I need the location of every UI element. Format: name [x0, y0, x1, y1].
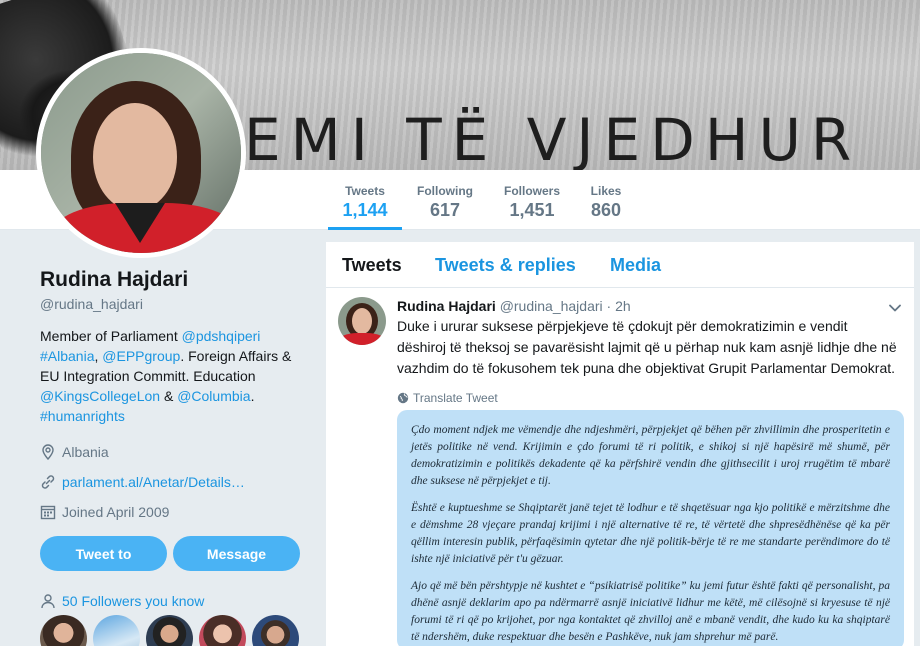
chevron-down-icon[interactable]	[888, 301, 902, 315]
bio-link-pdshqiperi[interactable]: @pdshqiperi	[182, 328, 261, 344]
timeline-tabs: Tweets Tweets & replies Media	[326, 242, 914, 288]
follower-avatar[interactable]	[252, 615, 299, 646]
translate-tweet-label[interactable]: Translate Tweet	[413, 391, 498, 405]
nav-likes-count: 860	[590, 200, 622, 220]
bio-link-eppgroup[interactable]: @EPPgroup	[102, 348, 180, 364]
profile-name[interactable]: Rudina Hajdari	[40, 268, 310, 292]
banner-text: EMI TË VJEDHUR	[244, 106, 862, 170]
bio-link-kingscollege[interactable]: @KingsCollegeLon	[40, 388, 160, 404]
follower-avatar[interactable]	[199, 615, 246, 646]
tweet-body: Rudina Hajdari @rudina_hajdari · 2h Duke…	[397, 298, 897, 405]
follower-avatar[interactable]	[40, 615, 87, 646]
tweet-to-button[interactable]: Tweet to	[40, 536, 167, 571]
nav-followers[interactable]: Followers 1,451	[502, 170, 562, 230]
bio-link-humanrights[interactable]: #humanrights	[40, 408, 125, 424]
nav-likes-label: Likes	[590, 184, 622, 198]
bio-link-columbia[interactable]: @Columbia	[177, 388, 250, 404]
nav-tweets-count: 1,144	[342, 200, 388, 220]
calendar-icon	[40, 504, 56, 520]
nav-following[interactable]: Following 617	[414, 170, 476, 230]
profile-actions: Tweet to Message	[40, 536, 310, 571]
bio-text: .	[250, 388, 255, 404]
tweet-author-handle[interactable]: @rudina_hajdari	[500, 298, 603, 314]
tweet-avatar[interactable]	[338, 297, 386, 345]
nav-tweets-label: Tweets	[345, 184, 385, 198]
tweet-timestamp[interactable]: 2h	[615, 298, 631, 314]
bio-link-albania[interactable]: #Albania	[40, 348, 95, 364]
followers-you-know-link[interactable]: 50 Followers you know	[62, 593, 204, 609]
website-link[interactable]: parlament.al/Anetar/Details…	[62, 474, 245, 490]
nav-following-count: 617	[429, 200, 461, 220]
link-icon	[40, 474, 56, 490]
tweet-image-paragraph: Ajo që më bën përshtypje në kushtet e “p…	[411, 580, 890, 643]
tweet-header: Rudina Hajdari @rudina_hajdari · 2h	[397, 298, 897, 314]
profile-card: Rudina Hajdari @rudina_hajdari Member of…	[40, 268, 310, 646]
profile-avatar[interactable]	[36, 48, 246, 258]
nav-followers-count: 1,451	[509, 200, 555, 220]
location-pin-icon	[40, 444, 56, 460]
profile-handle[interactable]: @rudina_hajdari	[40, 296, 310, 312]
tweet-image[interactable]: Çdo moment ndjek me vëmendje dhe ndjeshm…	[397, 410, 904, 646]
profile-bio: Member of Parliament @pdshqiperi #Albani…	[40, 326, 310, 426]
tweet-separator: ·	[606, 298, 612, 314]
tweet-text: Duke i ururar suksese përpjekjeve të çdo…	[397, 318, 897, 376]
bio-text: Member of Parliament	[40, 328, 182, 344]
tab-tweets-replies[interactable]: Tweets & replies	[435, 255, 576, 276]
globe-icon	[397, 392, 409, 404]
tweet-image-paragraph: Është e kuptueshme se Shqiptarët janë te…	[411, 502, 890, 565]
nav-following-label: Following	[417, 184, 473, 198]
nav-tweets[interactable]: Tweets 1,144	[328, 170, 402, 230]
joined-text: Joined April 2009	[62, 504, 170, 520]
tab-media[interactable]: Media	[610, 255, 661, 276]
person-icon	[40, 593, 56, 609]
translate-tweet[interactable]: Translate Tweet	[397, 391, 897, 405]
followers-thumbnails	[40, 615, 310, 646]
profile-location: Albania	[40, 442, 310, 462]
nav-likes[interactable]: Likes 860	[588, 170, 624, 230]
profile-joined: Joined April 2009	[40, 502, 310, 522]
followers-you-know[interactable]: 50 Followers you know	[40, 593, 310, 609]
follower-avatar[interactable]	[93, 615, 140, 646]
profile-website: parlament.al/Anetar/Details…	[40, 472, 310, 492]
location-text: Albania	[62, 444, 109, 460]
bio-text: &	[160, 388, 178, 404]
follower-avatar[interactable]	[146, 615, 193, 646]
message-button[interactable]: Message	[173, 536, 300, 571]
timeline: Tweets Tweets & replies Media Rudina Haj…	[326, 242, 914, 646]
tweet-image-paragraph: Çdo moment ndjek me vëmendje dhe ndjeshm…	[411, 424, 890, 487]
tweet-author-name[interactable]: Rudina Hajdari	[397, 298, 496, 314]
tab-tweets[interactable]: Tweets	[342, 255, 402, 276]
nav-followers-label: Followers	[503, 184, 560, 198]
